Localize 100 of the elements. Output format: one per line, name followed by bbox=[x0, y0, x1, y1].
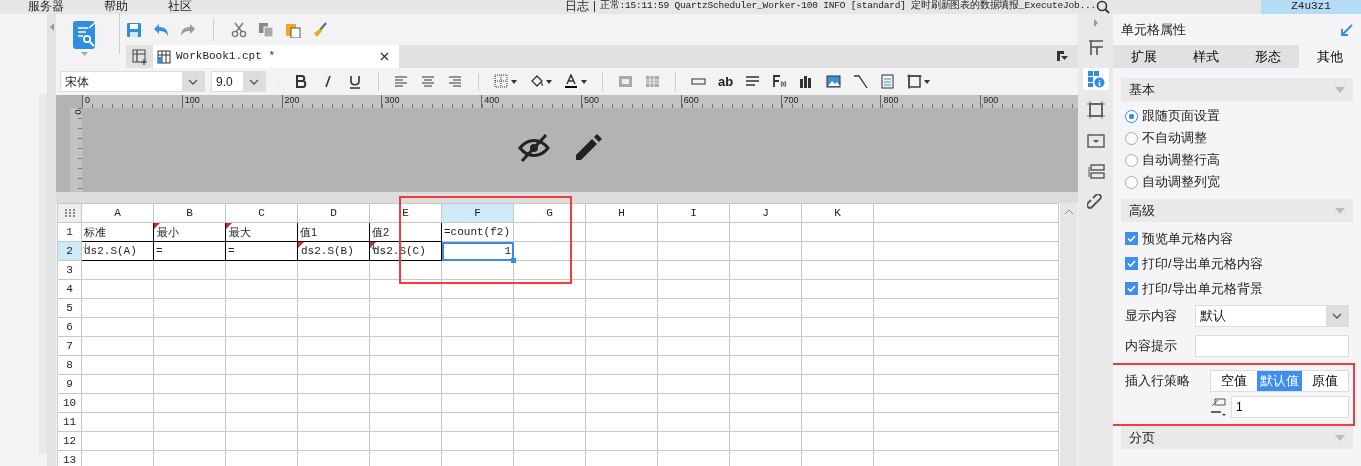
column-header[interactable]: I bbox=[657, 203, 730, 223]
splitter-bar[interactable] bbox=[56, 192, 1078, 203]
copy-icon[interactable] bbox=[258, 21, 274, 38]
tab-title: WorkBook1.cpt * bbox=[176, 49, 276, 65]
align-left-icon[interactable] bbox=[394, 74, 409, 89]
table-cell: =count(f2) bbox=[441, 222, 514, 242]
align-center-icon[interactable] bbox=[421, 74, 436, 89]
search-icon[interactable] bbox=[1095, 0, 1110, 14]
column-header[interactable]: J bbox=[729, 203, 802, 223]
text-tool-button[interactable]: ab bbox=[718, 71, 734, 92]
redo-icon[interactable] bbox=[180, 21, 196, 38]
panel-tab[interactable]: 扩展 bbox=[1113, 45, 1175, 68]
tab-menu-icon[interactable] bbox=[1056, 50, 1068, 62]
pin-icon[interactable] bbox=[1341, 23, 1353, 36]
chevron-icon bbox=[1332, 312, 1342, 319]
radio-button[interactable] bbox=[1125, 153, 1138, 167]
column-header[interactable]: D bbox=[297, 203, 370, 223]
link-icon[interactable] bbox=[1086, 194, 1105, 212]
menu-item[interactable]: 社区 bbox=[168, 0, 192, 14]
caret-icon[interactable] bbox=[581, 79, 587, 84]
radio-button[interactable] bbox=[1125, 109, 1138, 123]
field-label: 插入行策略 bbox=[1125, 372, 1191, 390]
table-cell: 1 bbox=[441, 241, 514, 261]
font-select[interactable]: 宋体 bbox=[60, 71, 205, 92]
caret-icon[interactable] bbox=[511, 79, 517, 84]
option-label: 自动调整行高 bbox=[1142, 151, 1220, 170]
panel-tab[interactable]: 形态 bbox=[1237, 45, 1299, 68]
bold-icon[interactable] bbox=[294, 74, 309, 89]
section-header[interactable]: 分页 bbox=[1121, 426, 1353, 449]
panel-tab[interactable]: 其他 bbox=[1299, 45, 1361, 68]
frame-icon[interactable] bbox=[1086, 101, 1105, 119]
radio-button[interactable] bbox=[1125, 131, 1138, 145]
section-title: 高级 bbox=[1129, 201, 1155, 220]
section-header[interactable]: 高级 bbox=[1121, 199, 1353, 222]
paragraph-icon[interactable] bbox=[745, 74, 761, 89]
section-header[interactable]: 基本 bbox=[1121, 78, 1353, 101]
column-header[interactable]: K bbox=[801, 203, 874, 223]
cell-info-icon[interactable] bbox=[1086, 70, 1105, 88]
display-select[interactable]: 默认 bbox=[1195, 304, 1349, 327]
select-all-icon[interactable] bbox=[64, 209, 75, 217]
table-cell: = bbox=[153, 241, 226, 261]
input-field[interactable]: 1 bbox=[1231, 396, 1349, 418]
option-label: 不自动调整 bbox=[1142, 129, 1207, 148]
field-label: 内容提示 bbox=[1125, 336, 1178, 355]
form-icon[interactable] bbox=[880, 74, 896, 89]
panel-tab[interactable]: 样式 bbox=[1175, 45, 1237, 68]
checkbox[interactable] bbox=[1125, 232, 1138, 245]
save-icon[interactable] bbox=[126, 21, 142, 38]
align-right-icon[interactable] bbox=[448, 74, 463, 89]
input-field[interactable] bbox=[1195, 334, 1349, 357]
font-color-icon[interactable] bbox=[564, 74, 579, 89]
checkbox[interactable] bbox=[1125, 282, 1138, 295]
option-label: 打印/导出单元格背景 bbox=[1142, 279, 1263, 298]
column-header[interactable]: F bbox=[441, 203, 514, 223]
list-icon[interactable] bbox=[1086, 163, 1105, 181]
column-header[interactable]: E bbox=[369, 203, 442, 223]
brush-icon[interactable] bbox=[312, 21, 328, 38]
slash-icon[interactable] bbox=[853, 74, 869, 89]
split-cells-icon[interactable] bbox=[645, 74, 660, 89]
column-header[interactable]: A bbox=[81, 203, 154, 223]
close-icon[interactable] bbox=[380, 52, 389, 61]
table-cell: ds2.S(B) bbox=[297, 241, 370, 261]
column-header[interactable]: C bbox=[225, 203, 298, 223]
table-cell: 值2 bbox=[369, 222, 442, 242]
cut-icon[interactable] bbox=[231, 21, 247, 38]
ruler-label: 0 bbox=[72, 109, 82, 117]
frame-icon[interactable] bbox=[907, 74, 923, 89]
column-header[interactable]: H bbox=[585, 203, 658, 223]
merge-cells-icon[interactable] bbox=[618, 74, 633, 89]
layout-icon[interactable] bbox=[1086, 39, 1105, 57]
expand-icon[interactable] bbox=[1092, 18, 1099, 28]
radio-button[interactable] bbox=[1125, 175, 1138, 189]
report-icon[interactable] bbox=[71, 20, 98, 50]
image-icon[interactable] bbox=[826, 74, 842, 89]
grid-icon bbox=[157, 49, 171, 64]
fill-color-icon[interactable] bbox=[529, 74, 544, 89]
caret-icon[interactable] bbox=[924, 79, 931, 84]
checkbox[interactable] bbox=[1125, 257, 1138, 270]
column-header[interactable]: G bbox=[513, 203, 586, 223]
field-label: 显示内容 bbox=[1125, 306, 1178, 325]
menu-item[interactable]: 帮助 bbox=[104, 0, 128, 14]
eye-slash-icon[interactable] bbox=[518, 133, 550, 163]
add-sheet-icon[interactable] bbox=[131, 48, 148, 65]
underline-icon[interactable] bbox=[348, 74, 363, 89]
menu-item[interactable]: 服务器 bbox=[28, 0, 64, 14]
user-name[interactable]: Z4u3z1 bbox=[1261, 0, 1361, 14]
ruler-label: 400 bbox=[481, 95, 581, 108]
caret-icon[interactable] bbox=[546, 79, 552, 84]
log-message: 正常:15:11:59 QuartzScheduler_Worker-100 INFO [standard] 定时刷新图表的数据填报_ExecuteJob... bbox=[600, 0, 1096, 13]
workbook-tab[interactable]: WorkBook1.cpt * bbox=[153, 45, 399, 68]
column-header[interactable]: B bbox=[153, 203, 226, 223]
dropdown-box-icon[interactable] bbox=[1086, 132, 1105, 150]
size-select[interactable]: 9.0 bbox=[211, 71, 266, 92]
formula-icon[interactable] bbox=[772, 74, 788, 89]
paste-icon[interactable] bbox=[285, 21, 301, 38]
log-link[interactable]: 日志 bbox=[565, 0, 589, 14]
table-cell: = bbox=[225, 241, 298, 261]
text-type-icon[interactable] bbox=[1210, 398, 1228, 416]
caret-icon bbox=[1335, 86, 1345, 93]
scroll-up-icon[interactable] bbox=[1063, 209, 1074, 215]
